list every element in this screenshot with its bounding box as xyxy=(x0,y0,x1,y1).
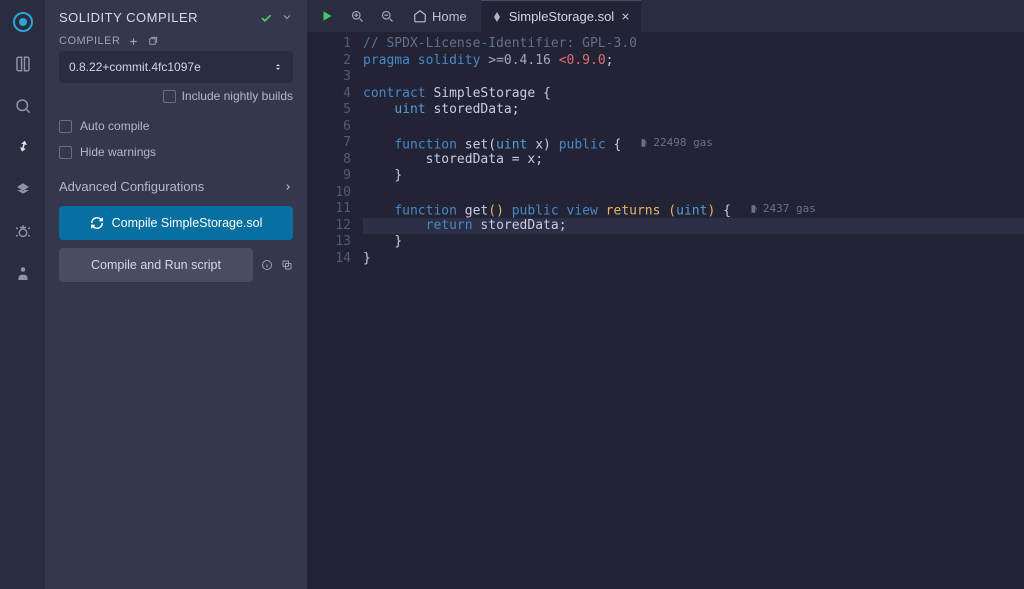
nightly-row[interactable]: Include nightly builds xyxy=(59,89,293,103)
autocompile-label: Auto compile xyxy=(80,119,149,133)
compiler-selected-value: 0.8.22+commit.4fc1097e xyxy=(69,60,201,74)
code-view[interactable]: 1234567891011121314 // SPDX-License-Iden… xyxy=(307,32,1024,589)
nightly-label: Include nightly builds xyxy=(182,89,293,103)
compiler-label-row: COMPILER xyxy=(59,35,293,47)
close-tab-icon[interactable] xyxy=(620,11,631,22)
select-caret-icon xyxy=(273,60,283,74)
autocompile-row[interactable]: Auto compile xyxy=(59,119,293,133)
advanced-config-label: Advanced Configurations xyxy=(59,179,204,194)
panel-title: SOLIDITY COMPILER xyxy=(59,10,198,25)
file-explorer-icon[interactable] xyxy=(11,52,35,76)
line-number-gutter: 1234567891011121314 xyxy=(307,36,363,589)
hidewarnings-row[interactable]: Hide warnings xyxy=(59,145,293,159)
editor-tabs: Home SimpleStorage.sol xyxy=(307,0,1024,32)
chevron-down-icon[interactable] xyxy=(281,11,293,25)
tab-file-label: SimpleStorage.sol xyxy=(509,9,615,24)
editor-area: Home SimpleStorage.sol 12345678910111213… xyxy=(307,0,1024,589)
solidity-file-icon xyxy=(491,11,503,23)
code-content[interactable]: // SPDX-License-Identifier: GPL-3.0pragm… xyxy=(363,36,1024,589)
autocompile-checkbox[interactable] xyxy=(59,120,72,133)
play-icon[interactable] xyxy=(315,4,339,28)
compiler-icon[interactable] xyxy=(11,136,35,160)
deploy-icon[interactable] xyxy=(11,178,35,202)
tab-home-label: Home xyxy=(432,9,467,24)
nightly-checkbox[interactable] xyxy=(163,90,176,103)
compiler-select[interactable]: 0.8.22+commit.4fc1097e xyxy=(59,51,293,83)
hidewarnings-checkbox[interactable] xyxy=(59,146,72,159)
compiler-panel: SOLIDITY COMPILER COMPILER 0.8.22+commit… xyxy=(45,0,307,589)
remix-logo-icon[interactable] xyxy=(11,10,35,34)
check-icon xyxy=(259,11,273,25)
zoom-out-icon[interactable] xyxy=(375,4,399,28)
link-compiler-icon[interactable] xyxy=(147,36,158,47)
advanced-config-row[interactable]: Advanced Configurations xyxy=(59,179,293,194)
add-compiler-icon[interactable] xyxy=(128,36,139,47)
compile-run-label: Compile and Run script xyxy=(91,258,221,272)
debugger-icon[interactable] xyxy=(11,220,35,244)
search-icon[interactable] xyxy=(11,94,35,118)
tab-home[interactable]: Home xyxy=(405,0,475,32)
panel-header: SOLIDITY COMPILER xyxy=(59,10,293,25)
hidewarnings-label: Hide warnings xyxy=(80,145,156,159)
zoom-in-icon[interactable] xyxy=(345,4,369,28)
plugin-icon[interactable] xyxy=(11,262,35,286)
icon-sidebar xyxy=(0,0,45,589)
refresh-icon xyxy=(90,216,104,230)
compile-button[interactable]: Compile SimpleStorage.sol xyxy=(59,206,293,240)
tab-file[interactable]: SimpleStorage.sol xyxy=(481,0,642,32)
info-icon[interactable] xyxy=(261,259,273,271)
compile-button-label: Compile SimpleStorage.sol xyxy=(112,216,263,230)
home-icon xyxy=(413,9,427,23)
compile-run-button[interactable]: Compile and Run script xyxy=(59,248,253,282)
compiler-label: COMPILER xyxy=(59,35,120,47)
chevron-right-icon xyxy=(283,182,293,192)
copy-icon[interactable] xyxy=(281,259,293,271)
